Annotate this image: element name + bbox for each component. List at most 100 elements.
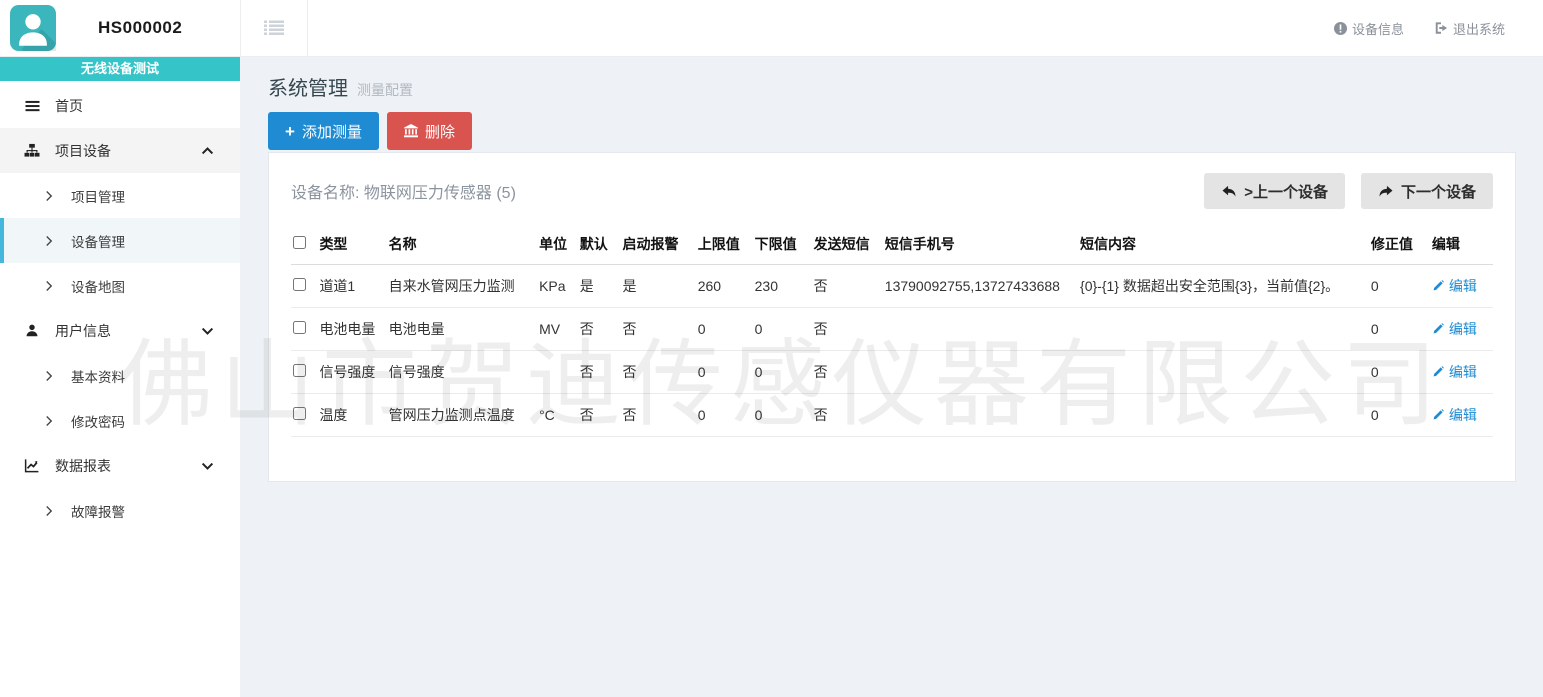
brand-area: HS000002 xyxy=(0,0,240,56)
device-nav-buttons: >上一个设备 下一个设备 xyxy=(1204,173,1493,209)
col-edit: 编辑 xyxy=(1430,225,1493,265)
cell-sms-phone xyxy=(883,394,1078,437)
delete-button[interactable]: 删除 xyxy=(387,112,472,150)
pencil-icon xyxy=(1432,409,1444,421)
edit-link[interactable]: 编辑 xyxy=(1432,405,1477,425)
add-measurement-label: 添加测量 xyxy=(302,121,362,142)
cell-type: 道道1 xyxy=(317,265,386,308)
sidebar-group-project-devices[interactable]: 项目设备 xyxy=(0,128,240,173)
sidebar-item-label: 基本资料 xyxy=(71,366,125,386)
measurement-table: 类型 名称 单位 默认 启动报警 上限值 下限值 发送短信 短信手机号 短信内容… xyxy=(291,225,1493,437)
cell-name: 信号强度 xyxy=(387,351,538,394)
hamburger-icon xyxy=(22,99,42,113)
list-icon xyxy=(264,20,284,36)
cell-unit: KPa xyxy=(537,265,578,308)
select-all-cell xyxy=(291,225,317,265)
cell-type: 信号强度 xyxy=(317,351,386,394)
chevron-up-icon xyxy=(201,146,214,156)
col-sms-phone: 短信手机号 xyxy=(883,225,1078,265)
sidebar-toggle-button[interactable] xyxy=(240,0,308,56)
cell-alarm: 否 xyxy=(620,351,695,394)
row-checkbox[interactable] xyxy=(293,407,306,420)
cell-alarm: 否 xyxy=(620,308,695,351)
sidebar-item-device-map[interactable]: 设备地图 xyxy=(0,263,240,308)
table-row: 道道1 自来水管网压力监测 KPa 是 是 260 230 否 13790092… xyxy=(291,265,1493,308)
previous-device-button[interactable]: >上一个设备 xyxy=(1204,173,1345,209)
col-default: 默认 xyxy=(578,225,621,265)
cell-sms-content xyxy=(1078,394,1369,437)
cell-upper: 260 xyxy=(696,265,753,308)
edit-link[interactable]: 编辑 xyxy=(1432,319,1477,339)
cell-name: 电池电量 xyxy=(387,308,538,351)
user-icon xyxy=(22,323,42,338)
cell-correction: 0 xyxy=(1369,394,1430,437)
col-name: 名称 xyxy=(387,225,538,265)
sign-out-icon xyxy=(1434,21,1448,35)
cell-sms-phone: 13790092755,13727433688 xyxy=(883,265,1078,308)
edit-link[interactable]: 编辑 xyxy=(1432,276,1477,296)
col-alarm: 启动报警 xyxy=(620,225,695,265)
page-subtitle: 测量配置 xyxy=(357,80,413,100)
chevron-right-icon xyxy=(44,190,54,202)
row-checkbox[interactable] xyxy=(293,278,306,291)
top-bar: HS000002 设备信息 xyxy=(0,0,1543,57)
device-info-link[interactable]: 设备信息 xyxy=(1334,19,1404,38)
info-circle-icon xyxy=(1334,22,1347,35)
cell-upper: 0 xyxy=(696,351,753,394)
sidebar-group-user-info[interactable]: 用户信息 xyxy=(0,308,240,353)
bank-icon xyxy=(404,124,418,138)
cell-alarm: 否 xyxy=(620,394,695,437)
row-checkbox[interactable] xyxy=(293,321,306,334)
table-row: 电池电量 电池电量 MV 否 否 0 0 否 0 编辑 xyxy=(291,308,1493,351)
sidebar-item-label: 故障报警 xyxy=(71,501,125,521)
col-sms-content: 短信内容 xyxy=(1078,225,1369,265)
cell-lower: 230 xyxy=(753,265,812,308)
sidebar-item-project-management[interactable]: 项目管理 xyxy=(0,173,240,218)
edit-label: 编辑 xyxy=(1449,276,1477,296)
sidebar-item-device-management[interactable]: 设备管理 xyxy=(0,218,240,263)
col-type: 类型 xyxy=(317,225,386,265)
logout-link[interactable]: 退出系统 xyxy=(1434,19,1505,38)
sidebar-banner: 无线设备测试 xyxy=(0,57,240,81)
edit-label: 编辑 xyxy=(1449,362,1477,382)
cell-correction: 0 xyxy=(1369,351,1430,394)
select-all-checkbox[interactable] xyxy=(293,236,306,249)
toolbar: + 添加测量 删除 xyxy=(268,112,1516,150)
cell-send-sms: 否 xyxy=(812,394,883,437)
cell-sms-content xyxy=(1078,351,1369,394)
col-unit: 单位 xyxy=(537,225,578,265)
row-checkbox[interactable] xyxy=(293,364,306,377)
next-device-button[interactable]: 下一个设备 xyxy=(1361,173,1493,209)
sidebar-item-home[interactable]: 首页 xyxy=(0,83,240,128)
cell-lower: 0 xyxy=(753,394,812,437)
sidebar-item-change-password[interactable]: 修改密码 xyxy=(0,398,240,443)
cell-unit: MV xyxy=(537,308,578,351)
col-upper: 上限值 xyxy=(696,225,753,265)
sidebar-group-data-reports[interactable]: 数据报表 xyxy=(0,443,240,488)
device-name-label: 设备名称: 物联网压力传感器 (5) xyxy=(291,179,516,203)
chevron-down-icon xyxy=(201,461,214,471)
cell-unit: °C xyxy=(537,394,578,437)
cell-default: 否 xyxy=(578,308,621,351)
edit-label: 编辑 xyxy=(1449,319,1477,339)
add-measurement-button[interactable]: + 添加测量 xyxy=(268,112,379,150)
sidebar-menu: 首页 项目设备 xyxy=(0,81,240,533)
delete-label: 删除 xyxy=(425,121,455,142)
table-row: 信号强度 信号强度 否 否 0 0 否 0 编辑 xyxy=(291,351,1493,394)
page-title: 系统管理 xyxy=(268,72,348,101)
sidebar-item-basic-profile[interactable]: 基本资料 xyxy=(0,353,240,398)
cell-alarm: 是 xyxy=(620,265,695,308)
main-content: 系统管理 测量配置 + 添加测量 删除 xyxy=(240,57,1543,697)
cell-name: 自来水管网压力监测 xyxy=(387,265,538,308)
cell-correction: 0 xyxy=(1369,265,1430,308)
pencil-icon xyxy=(1432,280,1444,292)
chevron-right-icon xyxy=(44,415,54,427)
edit-link[interactable]: 编辑 xyxy=(1432,362,1477,382)
sidebar-group-label: 用户信息 xyxy=(55,321,111,341)
cell-send-sms: 否 xyxy=(812,351,883,394)
forward-arrow-icon xyxy=(1378,185,1394,198)
sidebar-group-label: 数据报表 xyxy=(55,456,111,476)
sidebar-item-fault-alarm[interactable]: 故障报警 xyxy=(0,488,240,533)
cell-upper: 0 xyxy=(696,308,753,351)
next-device-label: 下一个设备 xyxy=(1401,181,1476,202)
